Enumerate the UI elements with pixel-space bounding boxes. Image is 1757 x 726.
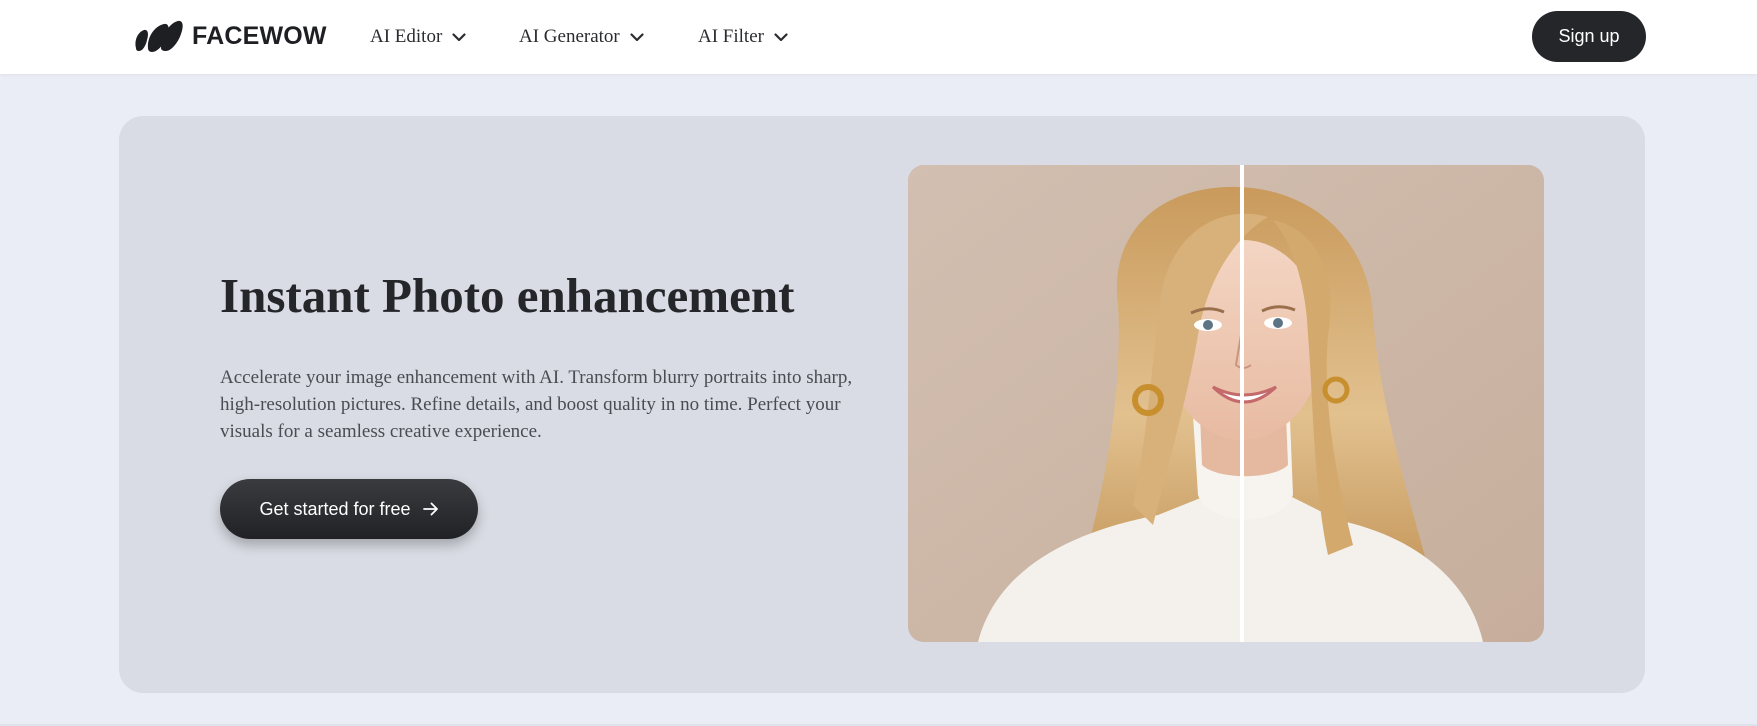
top-nav-bar: FACEWOW AI Editor AI Generator AI Filter… <box>0 0 1757 74</box>
nav-ai-generator-label: AI Generator <box>519 26 620 47</box>
before-after-comparison[interactable] <box>908 165 1544 642</box>
nav-ai-filter[interactable]: AI Filter <box>698 22 788 52</box>
hero-title: Instant Photo enhancement <box>220 268 795 323</box>
nav-ai-filter-label: AI Filter <box>698 26 764 47</box>
chevron-down-icon <box>630 32 644 41</box>
get-started-label: Get started for free <box>259 498 411 519</box>
sign-up-button[interactable]: Sign up <box>1532 11 1646 62</box>
get-started-button[interactable]: Get started for free <box>220 479 478 539</box>
nav-ai-generator[interactable]: AI Generator <box>519 22 644 52</box>
facewow-logo-icon <box>135 20 183 52</box>
portrait-image <box>908 165 1544 642</box>
comparison-slider-handle[interactable] <box>1240 165 1244 642</box>
hero-description: Accelerate your image enhancement with A… <box>220 367 853 442</box>
hero-card: Instant Photo enhancement Accelerate you… <box>119 116 1645 693</box>
nav-ai-editor[interactable]: AI Editor <box>370 22 466 52</box>
chevron-down-icon <box>452 32 466 41</box>
arrow-right-icon <box>422 502 438 516</box>
brand-logo[interactable]: FACEWOW <box>134 18 327 54</box>
chevron-down-icon <box>774 32 788 41</box>
brand-name: FACEWOW <box>192 22 327 50</box>
nav-ai-editor-label: AI Editor <box>370 26 443 47</box>
